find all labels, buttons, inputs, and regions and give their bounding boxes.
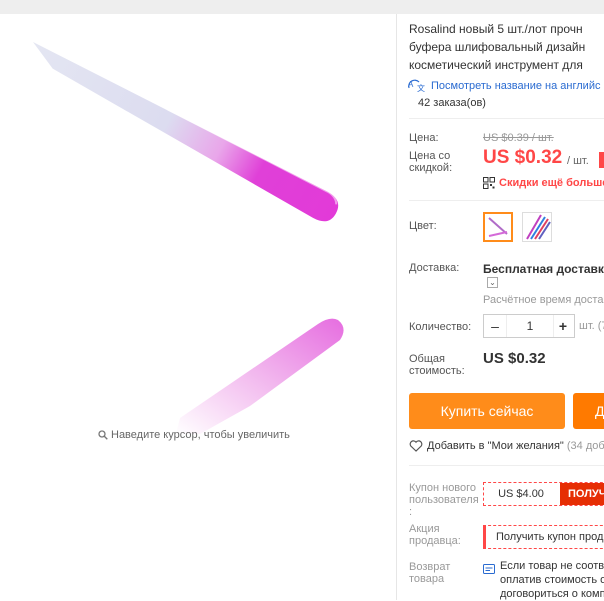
product-title: Rosalind новый 5 шт./лот прочн буфера шл… [409, 20, 604, 74]
translate-title-link[interactable]: A文 Посмотреть название на английс [407, 78, 600, 95]
get-coupon-button[interactable]: ПОЛУЧИ [560, 483, 604, 505]
quantity-label: Количество: [409, 321, 472, 333]
price-label: Цена: [409, 132, 439, 144]
get-seller-coupon-button[interactable]: Получить купон прод [483, 525, 604, 549]
translate-icon: A文 [407, 78, 427, 95]
title-line: буфера шлифовальный дизайн [409, 40, 586, 54]
returns-label: Возврат товара [409, 561, 450, 585]
add-to-cart-button[interactable]: Д [573, 393, 604, 429]
qr-code-icon [483, 177, 495, 192]
discount-label-line: скидкой: [409, 162, 453, 174]
product-gallery[interactable]: Наведите курсор, чтобы увеличить [0, 14, 396, 600]
wishlist-count: (34 доб [566, 440, 604, 452]
total-label: Общая стоимость: [409, 353, 465, 377]
color-option-single-file[interactable] [483, 212, 513, 242]
price-unit: / шт. [567, 155, 589, 167]
product-info-panel: Rosalind новый 5 шт./лот прочн буфера шл… [407, 0, 604, 601]
total-value: US $0.32 [483, 350, 546, 367]
product-image [33, 42, 344, 434]
return-text-line: оплатив стоимость о [500, 574, 604, 586]
shipping-eta: Расчётное время доставк [483, 294, 604, 306]
divider [409, 200, 604, 201]
heart-icon [409, 440, 423, 455]
new-user-coupon[interactable]: US $4.00 ПОЛУЧИ [483, 482, 604, 506]
zoom-hint: Наведите курсор, чтобы увеличить [98, 429, 290, 443]
coupon-label-line: пользователя [409, 494, 479, 506]
svg-text:A: A [408, 80, 414, 89]
title-line: косметический инструмент для [409, 58, 583, 72]
coupon-amount: US $4.00 [484, 483, 558, 505]
magnifier-icon [98, 430, 108, 443]
quantity-input[interactable]: 1 [506, 315, 554, 337]
new-user-coupon-label: Купон нового пользователя : [409, 482, 479, 518]
divider [396, 14, 397, 600]
total-label-line: стоимость: [409, 365, 465, 377]
original-price: US $0.39 / шт. [483, 132, 554, 144]
add-to-wishlist-link[interactable]: Добавить в "Мои желания" (34 доб [409, 440, 604, 455]
color-label: Цвет: [409, 220, 437, 232]
chevron-down-icon[interactable]: ⌄ [487, 277, 498, 288]
svg-text:文: 文 [417, 83, 425, 92]
return-text-line: договориться о комп [500, 588, 604, 600]
returns-label-line: Возврат [409, 561, 451, 573]
quantity-stepper: – 1 + [483, 314, 575, 338]
return-policy-text: Если товар не соотве оплатив стоимость о… [500, 559, 604, 601]
quantity-unit: шт. (7 [579, 320, 604, 332]
discount-price-label: Цена со скидкой: [409, 150, 452, 174]
nail-file-thumbnail-icon [488, 217, 508, 237]
title-line: Rosalind новый 5 шт./лот прочн [409, 22, 583, 36]
coupon-label-line: : [409, 506, 413, 518]
divider [409, 118, 604, 119]
orders-count: 42 заказа(ов) [418, 97, 486, 109]
return-text-line: Если товар не соотве [500, 560, 604, 572]
quantity-decrease-button[interactable]: – [484, 315, 506, 337]
shipping-label: Доставка: [409, 262, 460, 274]
discount-price: US $0.32 [483, 147, 563, 168]
color-option-multi-color-set[interactable] [522, 212, 552, 242]
buy-now-button[interactable]: Купить сейчас [409, 393, 565, 429]
app-discount-text: Скидки ещё больше п [499, 177, 604, 189]
divider [409, 465, 604, 466]
returns-label-line: товара [409, 573, 445, 585]
return-policy-icon [483, 561, 495, 579]
discount-badge [599, 152, 604, 168]
quantity-increase-button[interactable]: + [552, 315, 574, 337]
translate-link-text: Посмотреть название на английс [431, 80, 601, 92]
app-discount-link[interactable]: Скидки ещё больше п [483, 177, 604, 192]
nail-file-set-thumbnail-icon [526, 214, 551, 240]
shipping-value: Бесплатная доставка в [483, 262, 604, 276]
coupon-label-line: Купон нового [409, 482, 477, 494]
total-label-line: Общая [409, 353, 445, 365]
discount-label-line: Цена со [409, 150, 451, 162]
wishlist-text: Добавить в "Мои желания" [427, 440, 564, 452]
seller-label-line: продавца: [409, 535, 461, 547]
seller-promo-label: Акция продавца: [409, 523, 461, 547]
seller-label-line: Акция [409, 523, 440, 535]
zoom-hint-text: Наведите курсор, чтобы увеличить [111, 429, 290, 441]
